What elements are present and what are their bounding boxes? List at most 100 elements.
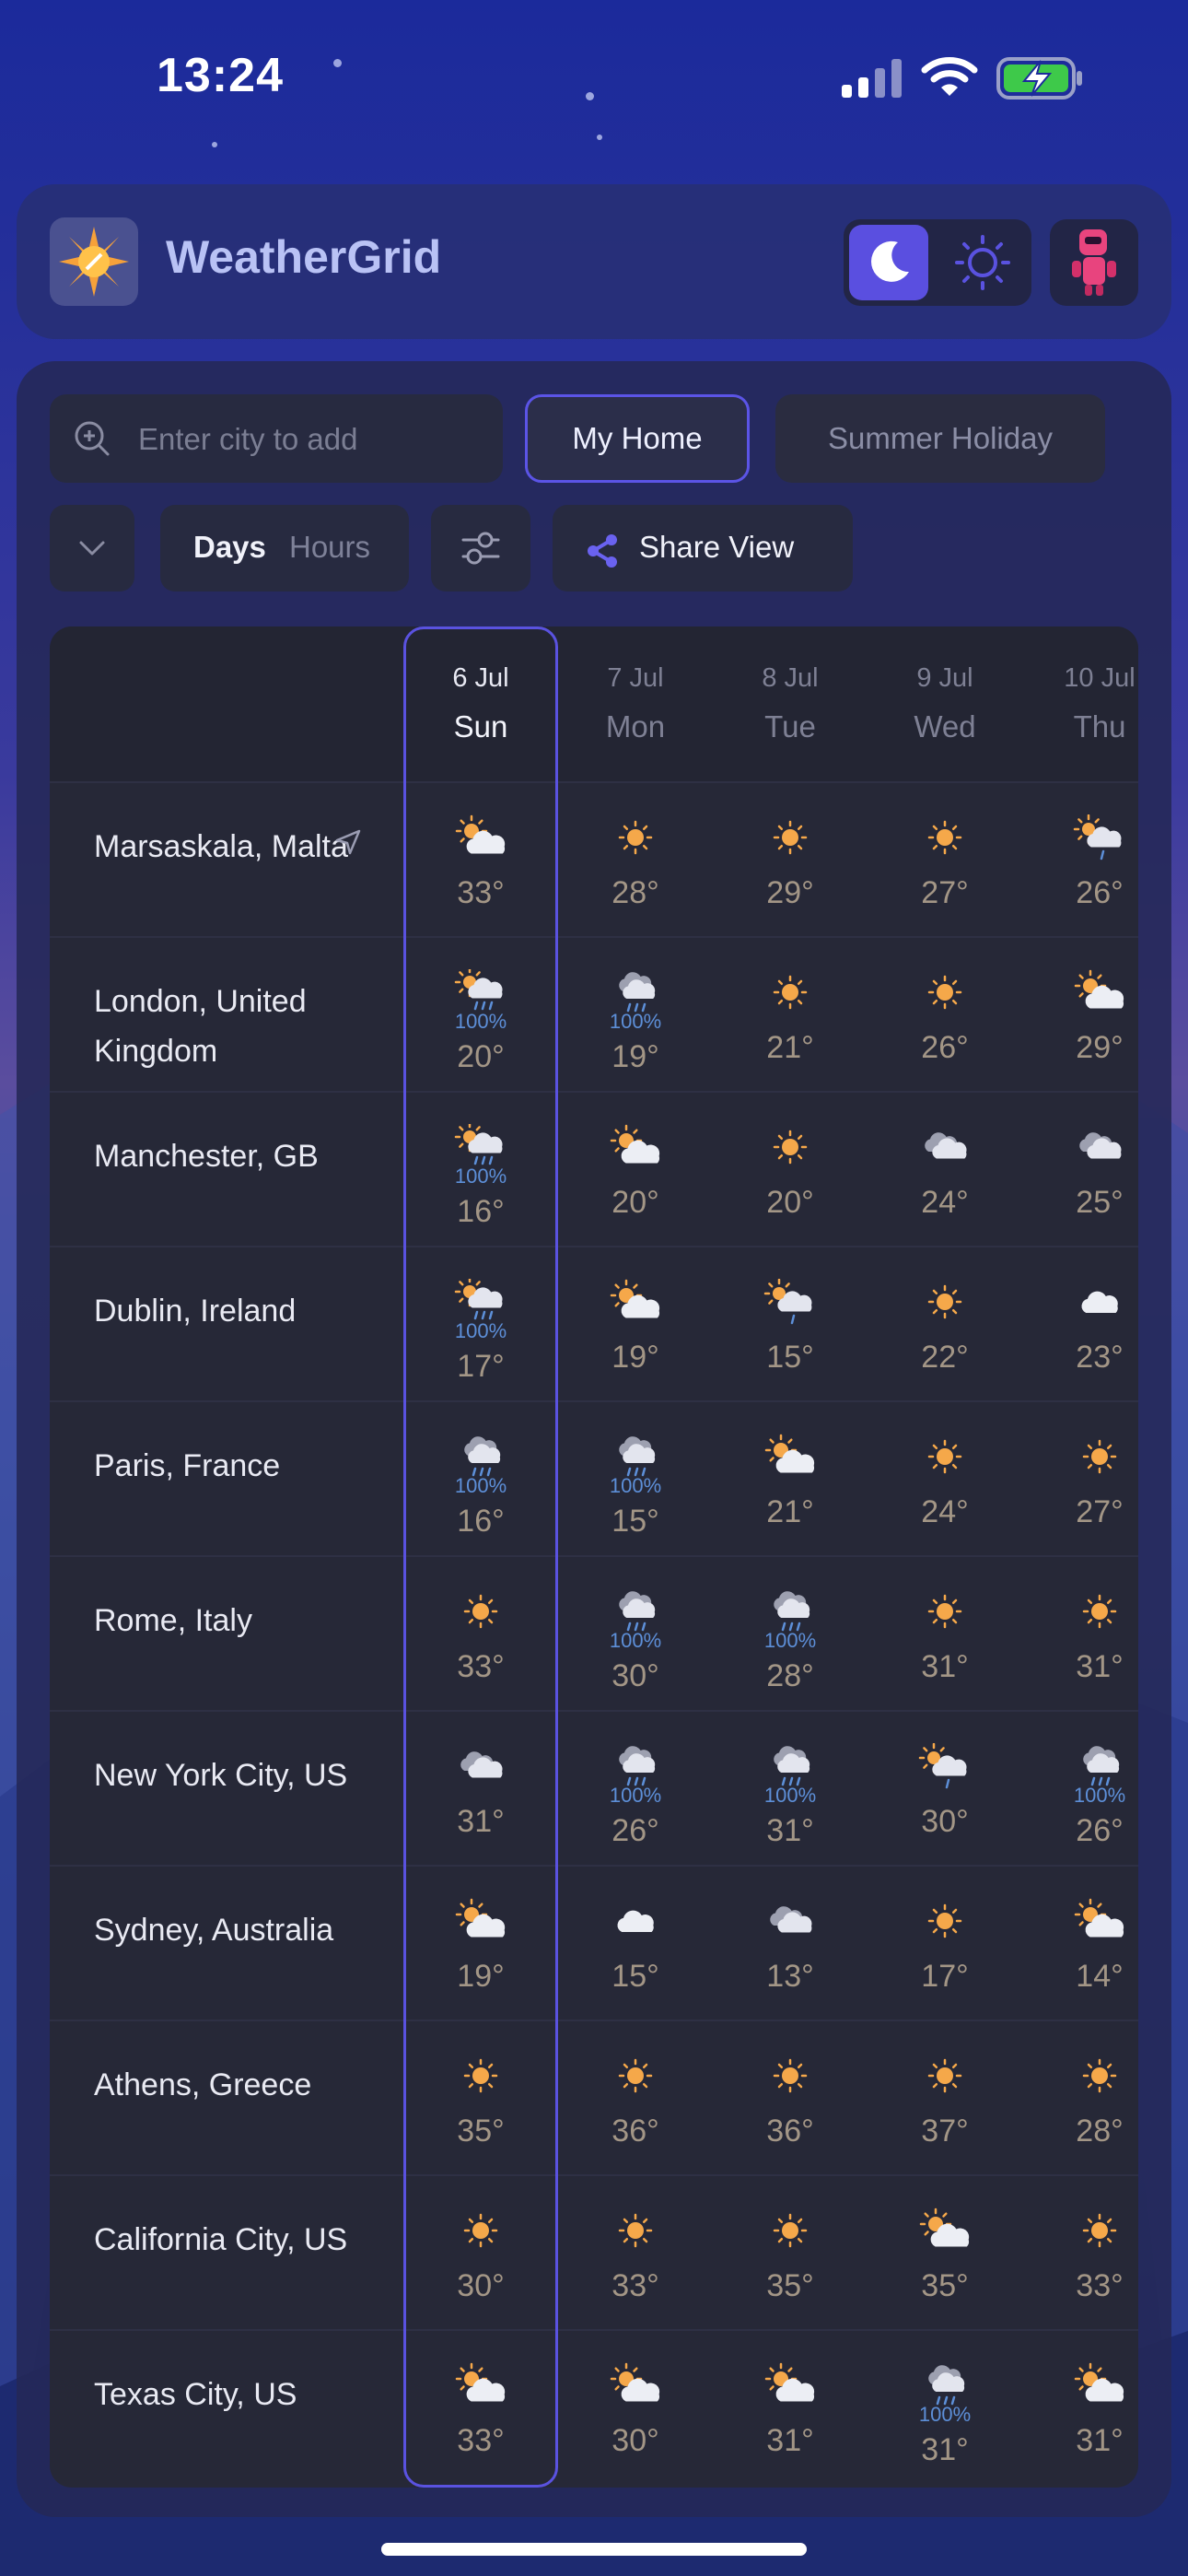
forecast-cell[interactable]: 36° [713, 2021, 868, 2176]
day-column-header[interactable]: 6 Jul Sun [403, 626, 558, 781]
temperature: 28° [611, 875, 659, 910]
forecast-cell[interactable]: 100% 16° [403, 1402, 558, 1557]
temperature: 31° [1076, 1649, 1124, 1684]
day-date: 7 Jul [607, 663, 664, 693]
city-row[interactable]: Athens, Greece 35° 36° 36° 37° 28° [50, 2020, 1138, 2174]
forecast-cell[interactable]: 33° [403, 2331, 558, 2486]
collapse-button[interactable] [50, 505, 134, 591]
forecast-cell[interactable]: 29° [1022, 938, 1138, 1093]
cloud-rain-icon [917, 2362, 973, 2408]
hours-option[interactable]: Hours [289, 530, 370, 565]
forecast-cell[interactable]: 35° [403, 2021, 558, 2176]
search-input[interactable] [136, 394, 490, 485]
forecast-cell[interactable]: 17° [868, 1867, 1022, 2021]
city-row[interactable]: Sydney, Australia 19° 15° 13° 17° 14° [50, 1865, 1138, 2020]
forecast-cell[interactable]: 33° [1022, 2176, 1138, 2331]
forecast-cell[interactable]: 31° [713, 2331, 868, 2486]
sun-icon[interactable] [943, 225, 1022, 300]
forecast-cell[interactable]: 29° [713, 783, 868, 938]
forecast-cell[interactable]: 33° [403, 783, 558, 938]
forecast-cell[interactable]: 23° [1022, 1247, 1138, 1402]
day-date: 10 Jul [1064, 663, 1136, 693]
forecast-cell[interactable]: 100% 26° [1022, 1712, 1138, 1867]
forecast-cell[interactable]: 15° [558, 1867, 713, 2021]
forecast-cell[interactable]: 33° [558, 2176, 713, 2331]
forecast-cell[interactable]: 22° [868, 1247, 1022, 1402]
forecast-cell[interactable]: 100% 15° [558, 1402, 713, 1557]
sunny-icon [763, 2207, 818, 2254]
forecast-cell[interactable]: 21° [713, 1402, 868, 1557]
forecast-cell[interactable]: 24° [868, 1402, 1022, 1557]
city-row[interactable]: Texas City, US 33° 30° 31° 100% 31° 31° [50, 2329, 1138, 2484]
forecast-cell[interactable]: 35° [868, 2176, 1022, 2331]
forecast-cell[interactable]: 100% 19° [558, 938, 713, 1093]
sun-cloud-rain-icon [453, 1276, 508, 1325]
wifi-icon [921, 57, 978, 96]
forecast-cell[interactable]: 100% 20° [403, 938, 558, 1093]
forecast-cell[interactable]: 25° [1022, 1093, 1138, 1247]
forecast-cell[interactable]: 30° [403, 2176, 558, 2331]
day-column-header[interactable]: 8 Jul Tue [713, 626, 868, 781]
day-column-header[interactable]: 7 Jul Mon [558, 626, 713, 781]
city-row[interactable]: Manchester, GB 100% 16° 20° 20° 24° 25° [50, 1091, 1138, 1246]
forecast-cell[interactable]: 30° [868, 1712, 1022, 1867]
forecast-cell[interactable]: 20° [558, 1093, 713, 1247]
forecast-cell[interactable]: 100% 31° [713, 1712, 868, 1867]
forecast-cell[interactable]: 37° [868, 2021, 1022, 2176]
city-row[interactable]: New York City, US 31° 100% 26° 100% 31° 30° 100… [50, 1710, 1138, 1865]
forecast-cell[interactable]: 100% 28° [713, 1557, 868, 1712]
forecast-cell[interactable]: 21° [713, 938, 868, 1093]
forecast-cell[interactable]: 100% 17° [403, 1247, 558, 1402]
app-logo-icon [50, 217, 138, 306]
forecast-cell[interactable]: 28° [558, 783, 713, 938]
forecast-cell[interactable]: 13° [713, 1867, 868, 2021]
forecast-cell[interactable]: 31° [403, 1712, 558, 1867]
city-row[interactable]: Paris, France 100% 16° 100% 15° 21° 24° 27° [50, 1400, 1138, 1555]
forecast-cell[interactable]: 35° [713, 2176, 868, 2331]
forecast-cell[interactable]: 30° [558, 2331, 713, 2486]
forecast-cell[interactable]: 28° [1022, 2021, 1138, 2176]
view-tab-summer-holiday[interactable]: Summer Holiday [775, 394, 1105, 483]
forecast-cell[interactable]: 100% 30° [558, 1557, 713, 1712]
forecast-cell[interactable]: 14° [1022, 1867, 1138, 2021]
share-icon [588, 534, 617, 568]
city-row[interactable]: Marsaskala, Malta 33° 28° 29° 27° 26° [50, 781, 1138, 936]
forecast-cell[interactable]: 100% 26° [558, 1712, 713, 1867]
moon-icon[interactable] [849, 225, 928, 300]
forecast-cell[interactable]: 27° [1022, 1402, 1138, 1557]
rain-chance: 100% [454, 1474, 507, 1497]
sunny-icon [1072, 1434, 1127, 1480]
filter-button[interactable] [431, 505, 530, 591]
forecast-cell[interactable]: 33° [403, 1557, 558, 1712]
forecast-cell[interactable]: 27° [868, 783, 1022, 938]
forecast-cell[interactable]: 24° [868, 1093, 1022, 1247]
forecast-cell[interactable]: 15° [713, 1247, 868, 1402]
partly-cloudy-icon [917, 2207, 973, 2254]
forecast-cell[interactable]: 26° [868, 938, 1022, 1093]
forecast-cell[interactable]: 31° [868, 1557, 1022, 1712]
home-indicator[interactable] [381, 2543, 807, 2556]
forecast-cell[interactable]: 20° [713, 1093, 868, 1247]
city-row[interactable]: Rome, Italy 33° 100% 30° 100% 28° 31° 31° [50, 1555, 1138, 1710]
partly-cloudy-icon [1072, 969, 1127, 1015]
city-row[interactable]: London, United Kingdom 100% 20° 100% 19° 21° 2… [50, 936, 1138, 1091]
share-view-button[interactable]: Share View [553, 505, 853, 591]
forecast-cell[interactable]: 36° [558, 2021, 713, 2176]
forecast-cell[interactable]: 19° [558, 1247, 713, 1402]
forecast-cell[interactable]: 31° [1022, 2331, 1138, 2486]
robot-avatar-icon[interactable] [1050, 219, 1138, 306]
day-column-header[interactable]: 10 Jul Thu [1022, 626, 1138, 781]
days-hours-toggle[interactable]: Days Hours [160, 505, 409, 591]
forecast-cell[interactable]: 100% 31° [868, 2331, 1022, 2486]
city-row[interactable]: Dublin, Ireland 100% 17° 19° 15° 22° 23° [50, 1246, 1138, 1400]
forecast-cell[interactable]: 31° [1022, 1557, 1138, 1712]
forecast-cell[interactable]: 100% 16° [403, 1093, 558, 1247]
forecast-cell[interactable]: 26° [1022, 783, 1138, 938]
city-row[interactable]: California City, US 30° 33° 35° 35° 33° [50, 2174, 1138, 2329]
view-tab-my-home[interactable]: My Home [525, 394, 750, 483]
day-column-header[interactable]: 9 Jul Wed [868, 626, 1022, 781]
city-search[interactable] [50, 394, 503, 485]
days-option[interactable]: Days [193, 530, 266, 565]
theme-toggle[interactable] [844, 219, 1031, 306]
forecast-cell[interactable]: 19° [403, 1867, 558, 2021]
